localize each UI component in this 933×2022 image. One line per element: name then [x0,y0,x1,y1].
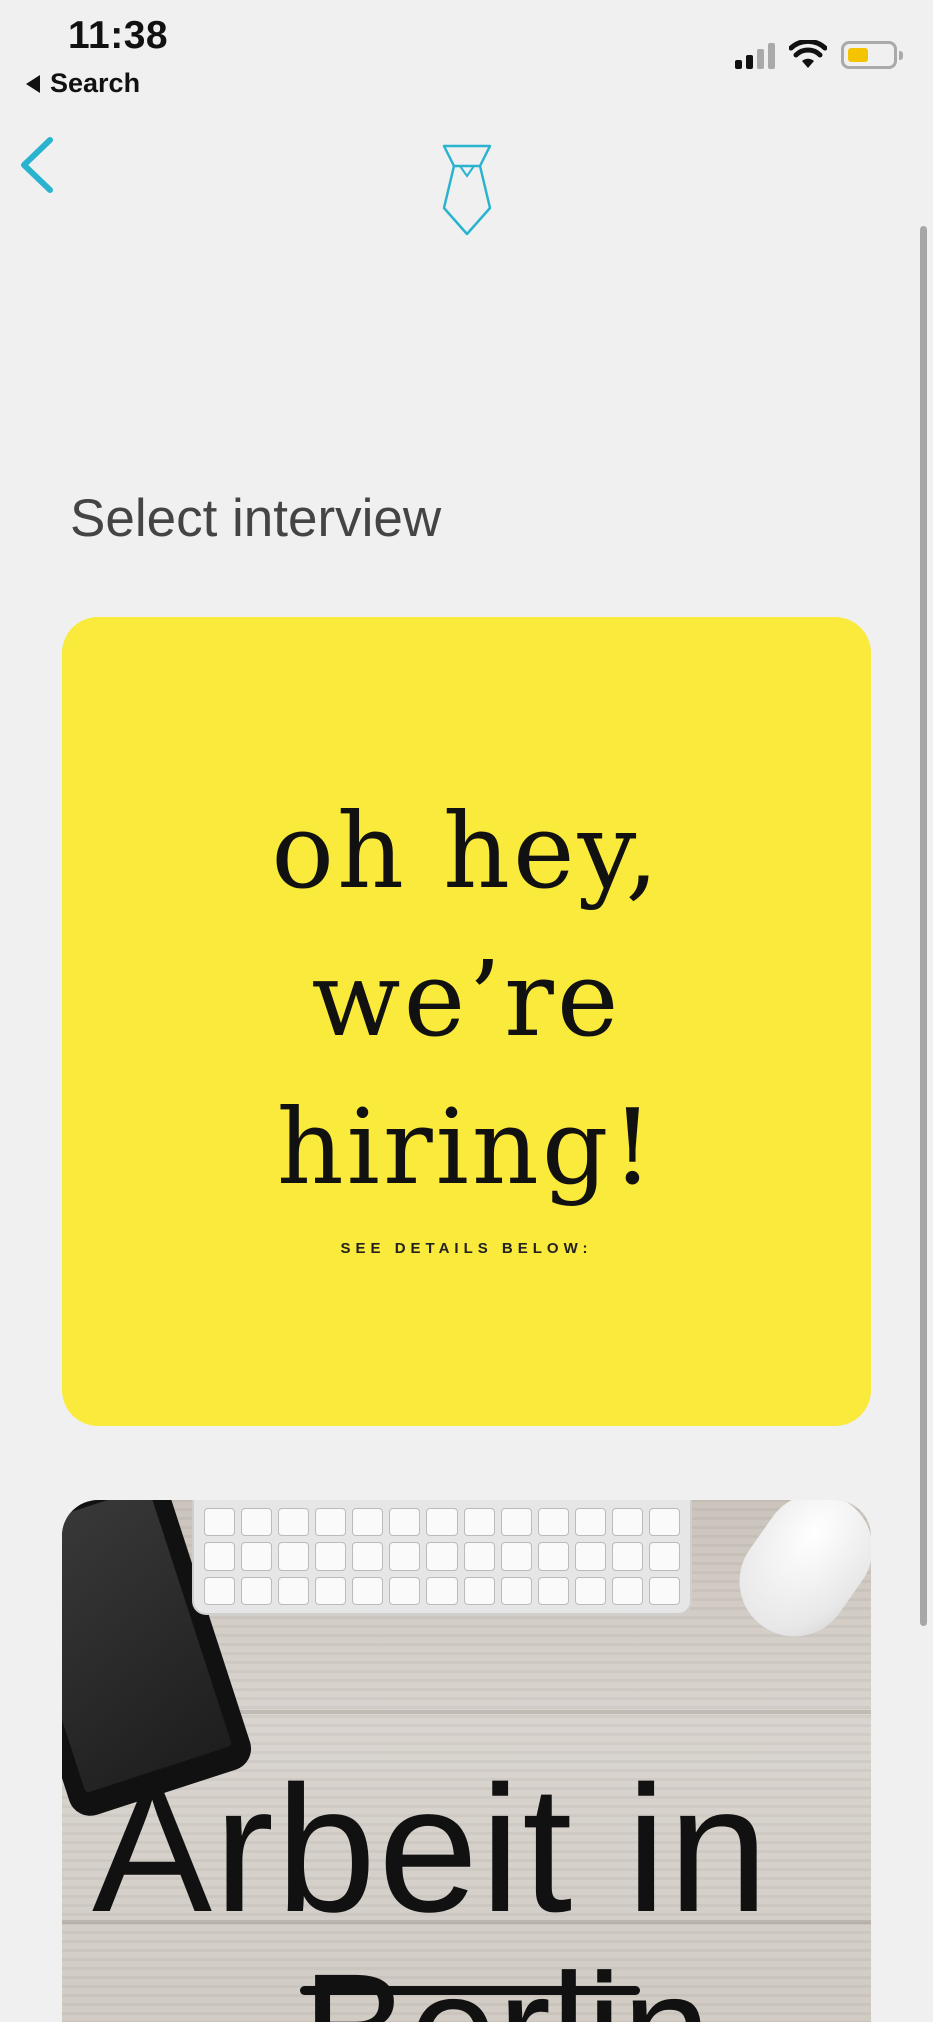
return-to-search-button[interactable]: Search [26,68,140,99]
tie-icon [442,144,492,236]
interview-card-berlin[interactable]: Arbeit in Berlin [62,1500,871,2022]
strike-line [300,1986,640,1995]
page-title: Select interview [70,489,442,548]
keyboard-image [192,1500,692,1615]
scroll-indicator[interactable] [920,226,927,1626]
cellular-signal-icon [735,41,775,69]
chevron-left-icon[interactable] [14,134,62,196]
status-time: 11:38 [68,14,169,57]
hiring-subtext: SEE DETAILS BELOW: [340,1240,593,1257]
berlin-headline-line-1: Arbeit in [92,1749,771,1950]
mouse-image [717,1500,871,1658]
hiring-line-1: oh hey, [271,790,662,912]
battery-icon [841,41,903,69]
back-triangle-icon [26,74,40,93]
return-to-search-label: Search [50,68,141,98]
interview-card-hiring[interactable]: oh hey, we’re hiring! SEE DETAILS BELOW: [62,617,871,1426]
wifi-icon [789,40,827,68]
hiring-line-3: hiring! [276,1086,657,1208]
hiring-line-2: we’re [311,938,622,1060]
hiring-headline: oh hey, we’re hiring! [62,777,871,1221]
status-icons [735,40,903,70]
screen: 11:38 Search Select interview oh hey, we… [0,0,933,2022]
